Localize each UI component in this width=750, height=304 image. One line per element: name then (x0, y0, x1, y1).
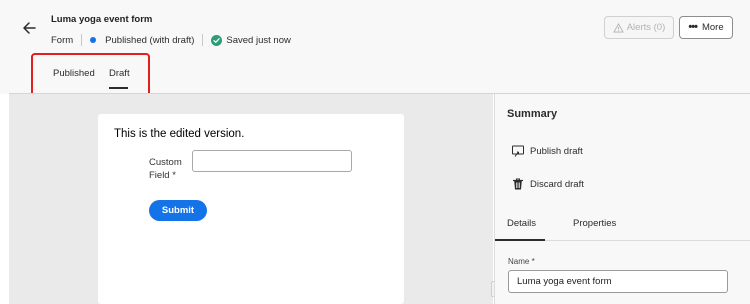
discard-draft-button[interactable]: Discard draft (511, 176, 584, 192)
summary-title: Summary (507, 108, 558, 120)
header-bar: Luma yoga event form Form Published (wit… (0, 0, 750, 99)
status-row: Form Published (with draft) Saved just n… (51, 33, 291, 47)
panel-tab-selected-indicator (495, 239, 545, 241)
more-dots-icon: ••• (688, 21, 698, 33)
name-field-label: Name * (508, 257, 535, 266)
custom-field-label: Custom Field * (149, 157, 182, 181)
tab-details[interactable]: Details (507, 218, 536, 229)
back-arrow-icon[interactable] (20, 18, 40, 38)
publish-draft-label: Publish draft (530, 145, 583, 157)
alerts-label: Alerts (0) (626, 22, 666, 33)
trash-icon (513, 178, 523, 190)
tab-properties[interactable]: Properties (573, 218, 616, 229)
status-label: Published (with draft) (105, 34, 195, 46)
page-title: Luma yoga event form (51, 14, 153, 25)
checkmark-circle-icon (211, 34, 223, 46)
more-label: More (701, 22, 724, 33)
type-label: Form (51, 34, 74, 46)
status-dot-icon (90, 37, 97, 43)
tab-selected-indicator (109, 87, 128, 89)
custom-field-input[interactable] (192, 150, 352, 172)
publish-icon (512, 145, 524, 157)
submit-button[interactable]: Submit (149, 200, 207, 221)
tab-published[interactable]: Published (53, 68, 95, 79)
alert-icon (612, 22, 624, 33)
discard-draft-label: Discard draft (530, 178, 584, 190)
name-field-input[interactable]: Luma yoga event form (508, 270, 728, 293)
publish-draft-button[interactable]: Publish draft (511, 143, 583, 159)
tab-draft[interactable]: Draft (109, 68, 130, 79)
form-heading: This is the edited version. (114, 128, 245, 140)
alerts-button[interactable]: Alerts (0) (604, 16, 674, 39)
divider (81, 34, 83, 46)
divider (202, 34, 204, 46)
form-preview-card (98, 114, 404, 304)
more-button[interactable]: ••• More (679, 16, 733, 39)
save-status: Saved just now (226, 34, 291, 46)
